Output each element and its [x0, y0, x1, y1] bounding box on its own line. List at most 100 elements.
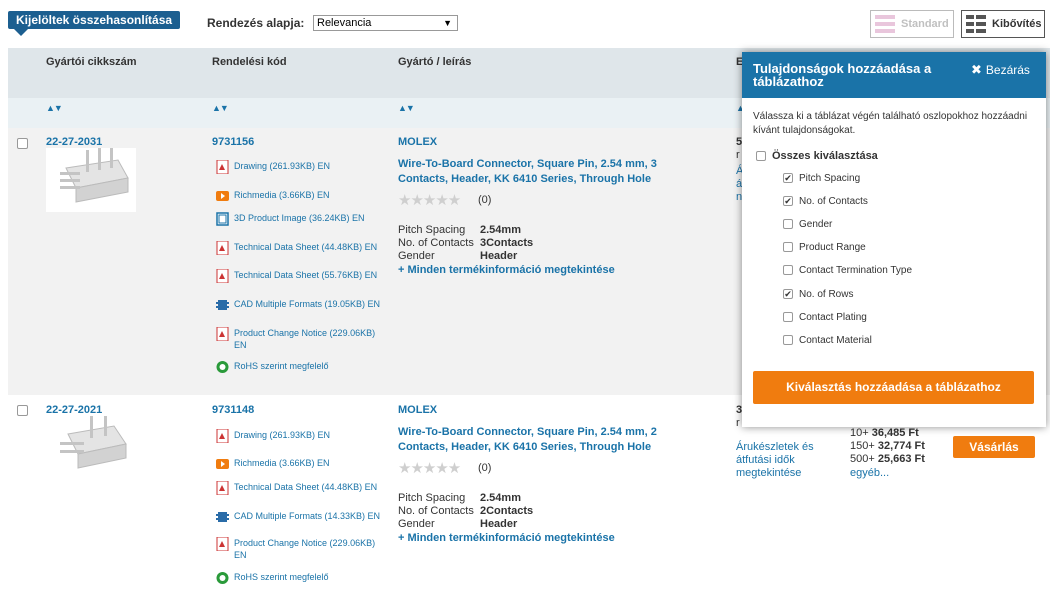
- standard-view-button[interactable]: Standard: [870, 10, 954, 38]
- toolbar: Kijelöltek összehasonlítása Rendezés ala…: [0, 0, 1050, 48]
- buy-button[interactable]: Vásárlás: [953, 436, 1035, 458]
- attr-name: Gender: [398, 518, 435, 530]
- attr-name: No. of Contacts: [398, 237, 474, 249]
- sort-arrows-icon[interactable]: ▲▼: [212, 103, 229, 113]
- header-order-code[interactable]: Rendelési kód: [212, 56, 287, 68]
- price-value: 32,774 Ft: [877, 440, 925, 452]
- popup-header: Tulajdonságok hozzáadása a táblázathoz ✖…: [742, 52, 1046, 98]
- header-manufacturer-description[interactable]: Gyártó / leírás: [398, 56, 471, 68]
- property-checkbox[interactable]: [783, 242, 793, 253]
- manufacturer-link[interactable]: MOLEX: [398, 136, 437, 148]
- doc-link-datasheet[interactable]: Technical Data Sheet (55.76KB) EN: [216, 269, 391, 283]
- property-option[interactable]: Contact Plating: [783, 312, 867, 323]
- header-part-number[interactable]: Gyártói cikkszám: [46, 56, 137, 68]
- sort-select[interactable]: Relevancia ▼: [313, 15, 458, 31]
- order-code-link[interactable]: 9731148: [212, 404, 254, 416]
- manufacturer-link[interactable]: MOLEX: [398, 404, 437, 416]
- doc-link-richmedia[interactable]: Richmedia (3.66KB) EN: [216, 189, 391, 201]
- property-checkbox[interactable]: ✔: [783, 196, 793, 207]
- property-checkbox[interactable]: [783, 312, 793, 323]
- pdf-icon: [216, 241, 229, 255]
- attr-name: Gender: [398, 250, 435, 262]
- product-image[interactable]: [46, 146, 136, 212]
- compare-selected-button[interactable]: Kijelöltek összehasonlítása: [8, 11, 181, 36]
- stock-availability-link[interactable]: Árukészletek és átfutási idők megtekinté…: [736, 441, 831, 480]
- cad-icon: [216, 512, 229, 522]
- add-selection-button[interactable]: Kiválasztás hozzáadása a táblázathoz: [753, 371, 1034, 404]
- doc-link-3d-image[interactable]: 3D Product Image (36.24KB) EN: [216, 212, 391, 226]
- attr-value: 2.54mm: [480, 224, 521, 236]
- doc-link-drawing[interactable]: Drawing (261.93KB) EN: [216, 429, 391, 443]
- video-icon: [216, 459, 229, 469]
- rating-stars-icon[interactable]: ★★★★★: [398, 191, 461, 209]
- price-tier: 150+ 32,774 Ft: [850, 440, 925, 453]
- property-option[interactable]: Product Range: [783, 242, 866, 253]
- property-label: Contact Material: [799, 335, 872, 346]
- price-qty: 150+: [850, 440, 875, 452]
- standard-view-label: Standard: [901, 18, 949, 30]
- property-option[interactable]: Contact Termination Type: [783, 265, 912, 276]
- property-option[interactable]: ✔ No. of Contacts: [783, 196, 868, 207]
- sort-arrows-icon[interactable]: ▲▼: [46, 103, 63, 113]
- extended-view-button[interactable]: Kibővítés: [961, 10, 1045, 38]
- property-checkbox[interactable]: ✔: [783, 173, 793, 184]
- pdf-icon: [216, 269, 229, 283]
- pdf-icon: [216, 327, 229, 341]
- property-checkbox[interactable]: [783, 265, 793, 276]
- property-option[interactable]: ✔ Pitch Spacing: [783, 173, 860, 184]
- doc-link-change-notice[interactable]: Product Change Notice (229.06KB) EN: [216, 537, 376, 561]
- rating-stars-icon[interactable]: ★★★★★: [398, 459, 461, 477]
- select-all-label: Összes kiválasztása: [772, 150, 878, 162]
- doc-link-cad[interactable]: CAD Multiple Formats (19.05KB) EN: [216, 298, 391, 310]
- doc-link-rohs[interactable]: RoHS szerint megfelelő: [216, 360, 391, 373]
- popup-intro: Válassza ki a táblázat végén található o…: [753, 111, 1028, 136]
- doc-label: Richmedia (3.66KB) EN: [234, 458, 330, 468]
- doc-link-rohs[interactable]: RoHS szerint megfelelő: [216, 571, 391, 584]
- view-all-info-link[interactable]: + Minden termékinformáció megtekintése: [398, 532, 615, 544]
- doc-link-datasheet[interactable]: Technical Data Sheet (44.48KB) EN: [216, 241, 391, 255]
- view-all-info-link[interactable]: + Minden termékinformáció megtekintése: [398, 264, 615, 276]
- select-all-checkbox[interactable]: [756, 151, 766, 162]
- doc-link-cad[interactable]: CAD Multiple Formats (14.33KB) EN: [216, 510, 391, 522]
- price-qty: 500+: [850, 453, 875, 465]
- attr-value: 3Contacts: [480, 237, 534, 249]
- property-option[interactable]: ✔ No. of Rows: [783, 289, 853, 300]
- product-description-link[interactable]: Wire-To-Board Connector, Square Pin, 2.5…: [398, 425, 698, 455]
- property-label: Gender: [799, 219, 833, 230]
- doc-link-drawing[interactable]: Drawing (261.93KB) EN: [216, 160, 391, 174]
- pdf-icon: [216, 537, 229, 551]
- close-label: Bezárás: [985, 63, 1030, 77]
- part-number-link[interactable]: 22-27-2031: [46, 136, 102, 148]
- property-checkbox[interactable]: ✔: [783, 289, 793, 300]
- doc-link-richmedia[interactable]: Richmedia (3.66KB) EN: [216, 457, 391, 469]
- sort-label: Rendezés alapja:: [207, 16, 305, 30]
- sort-select-value: Relevancia: [317, 17, 372, 29]
- property-label: No. of Rows: [799, 289, 854, 300]
- doc-link-change-notice[interactable]: Product Change Notice (229.06KB) EN: [216, 327, 376, 351]
- price-tier: 10+ 36,485 Ft: [850, 427, 919, 440]
- row-select-checkbox[interactable]: [17, 405, 28, 416]
- grid-view-icon: [966, 15, 986, 33]
- product-image[interactable]: [46, 414, 136, 480]
- row-select-checkbox[interactable]: [17, 138, 28, 149]
- close-icon: ✖: [971, 62, 982, 77]
- property-checkbox[interactable]: [783, 335, 793, 346]
- product-description-link[interactable]: Wire-To-Board Connector, Square Pin, 2.5…: [398, 157, 698, 187]
- property-option[interactable]: Gender: [783, 219, 832, 230]
- table-row: 22-27-2021 9731148 Drawing (261.93KB) EN…: [8, 396, 1050, 603]
- cube-icon: [216, 212, 229, 226]
- more-prices-link[interactable]: egyéb...: [850, 467, 889, 480]
- doc-label: RoHS szerint megfelelő: [234, 572, 329, 582]
- doc-link-datasheet[interactable]: Technical Data Sheet (44.48KB) EN: [216, 481, 391, 495]
- select-all-option[interactable]: Összes kiválasztása: [756, 150, 878, 162]
- sort-arrows-icon[interactable]: ▲▼: [398, 103, 415, 113]
- order-code-link[interactable]: 9731156: [212, 136, 254, 148]
- popup-title: Tulajdonságok hozzáadása a táblázathoz: [753, 61, 932, 89]
- doc-label: Richmedia (3.66KB) EN: [234, 190, 330, 200]
- stock-fragment: r: [736, 149, 740, 161]
- doc-label: Drawing (261.93KB) EN: [234, 161, 331, 171]
- property-checkbox[interactable]: [783, 219, 793, 230]
- part-number-link[interactable]: 22-27-2021: [46, 404, 102, 416]
- close-button[interactable]: ✖ Bezárás: [971, 62, 1030, 78]
- property-option[interactable]: Contact Material: [783, 335, 872, 346]
